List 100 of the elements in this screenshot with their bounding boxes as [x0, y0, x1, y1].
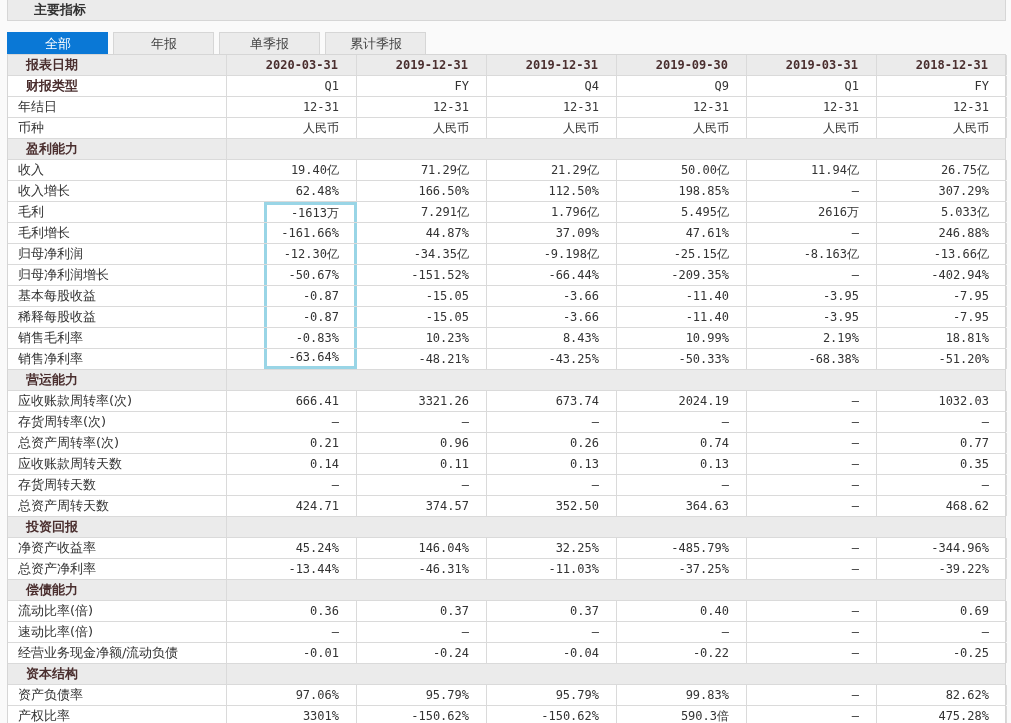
table-cell: 0.69 — [877, 601, 1007, 621]
table-cell: 37.09% — [487, 223, 617, 243]
table-cell: 3321.26 — [357, 391, 487, 411]
table-cell: 3301% — [227, 706, 357, 723]
table-cell: 146.04% — [357, 538, 487, 558]
table-cell: — — [747, 496, 877, 516]
row-label: 总资产周转率(次) — [8, 433, 227, 453]
table-cell: 32.25% — [487, 538, 617, 558]
table-cell: 45.24% — [227, 538, 357, 558]
table-cell: 18.81% — [877, 328, 1007, 348]
table-cell: -402.94% — [877, 265, 1007, 285]
table-cell: -7.95 — [877, 307, 1007, 327]
table-cell: -34.35亿 — [357, 244, 487, 264]
table-cell: -0.24 — [357, 643, 487, 663]
table-cell: 19.40亿 — [227, 160, 357, 180]
table-cell: 12-31 — [877, 97, 1007, 117]
table-cell: -3.95 — [747, 307, 877, 327]
table-cell: 0.21 — [227, 433, 357, 453]
table-cell: -8.163亿 — [747, 244, 877, 264]
row-label: 财报类型 — [8, 76, 227, 96]
table-cell: — — [747, 265, 877, 285]
table-cell: — — [747, 412, 877, 432]
table-cell: -11.40 — [617, 286, 747, 306]
table-cell: 人民币 — [617, 118, 747, 138]
table-cell: — — [747, 433, 877, 453]
table-cell: — — [877, 412, 1007, 432]
row-label: 速动比率(倍) — [8, 622, 227, 642]
table-cell: — — [487, 412, 617, 432]
table-cell: — — [747, 475, 877, 495]
table-cell: 424.71 — [227, 496, 357, 516]
table-cell: — — [617, 412, 747, 432]
table-cell: — — [617, 475, 747, 495]
table-cell: -43.25% — [487, 349, 617, 369]
row-label: 稀释每股收益 — [8, 307, 227, 327]
table-cell: Q4 — [487, 76, 617, 96]
table-cell: 590.3倍 — [617, 706, 747, 723]
table-cell: -39.22% — [877, 559, 1007, 579]
table-cell: 2.19% — [747, 328, 877, 348]
table-cell: -485.79% — [617, 538, 747, 558]
table-cell: -3.66 — [487, 286, 617, 306]
row-label: 应收账款周转率(次) — [8, 391, 227, 411]
table-cell: -68.38% — [747, 349, 877, 369]
table-cell: 1.796亿 — [487, 202, 617, 222]
table-cell: 307.29% — [877, 181, 1007, 201]
table-cell: -3.66 — [487, 307, 617, 327]
table-cell: Q1 — [747, 76, 877, 96]
table-cell: -209.35% — [617, 265, 747, 285]
table-cell: 95.79% — [487, 685, 617, 705]
table-cell: 112.50% — [487, 181, 617, 201]
tab[interactable]: 累计季报 — [325, 32, 426, 54]
table-cell: 673.74 — [487, 391, 617, 411]
column-header: 报表日期 — [8, 55, 227, 75]
table-cell: 0.74 — [617, 433, 747, 453]
table-cell: 人民币 — [487, 118, 617, 138]
row-label: 毛利 — [8, 202, 227, 222]
table-cell: — — [747, 454, 877, 474]
table-cell: 2616万 — [747, 202, 877, 222]
table-cell: FY — [357, 76, 487, 96]
table-cell: — — [747, 622, 877, 642]
row-label: 归母净利润 — [8, 244, 227, 264]
table-cell: FY — [877, 76, 1007, 96]
row-label: 应收账款周转天数 — [8, 454, 227, 474]
table-cell: -0.04 — [487, 643, 617, 663]
table-cell: -0.01 — [227, 643, 357, 663]
tab[interactable]: 年报 — [113, 32, 214, 54]
table-cell: 47.61% — [617, 223, 747, 243]
table-cell: -150.62% — [357, 706, 487, 723]
table-cell: 95.79% — [357, 685, 487, 705]
table-cell: — — [747, 223, 877, 243]
table-cell: 0.37 — [487, 601, 617, 621]
tab[interactable]: 单季报 — [219, 32, 320, 54]
table-cell: — — [487, 475, 617, 495]
table-cell: -66.44% — [487, 265, 617, 285]
table-cell: 12-31 — [747, 97, 877, 117]
table-cell: -11.03% — [487, 559, 617, 579]
section-header: 偿债能力 — [8, 580, 227, 600]
table-cell: 0.13 — [487, 454, 617, 474]
tab[interactable]: 全部 — [7, 32, 108, 54]
row-label: 年结日 — [8, 97, 227, 117]
table-cell: — — [357, 622, 487, 642]
table-cell: -0.25 — [877, 643, 1007, 663]
column-header: 2019-12-31 — [357, 55, 487, 75]
table-cell: — — [747, 391, 877, 411]
table-cell: — — [747, 706, 877, 723]
row-label: 存货周转天数 — [8, 475, 227, 495]
row-label: 经营业务现金净额/流动负债 — [8, 643, 227, 663]
table-cell: -151.52% — [357, 265, 487, 285]
table-cell: 0.77 — [877, 433, 1007, 453]
table-cell: 82.62% — [877, 685, 1007, 705]
row-label: 存货周转率(次) — [8, 412, 227, 432]
table-cell: -13.44% — [227, 559, 357, 579]
table-cell: 12-31 — [617, 97, 747, 117]
table-cell: 人民币 — [227, 118, 357, 138]
column-header: 2019-03-31 — [747, 55, 877, 75]
table-cell: 12-31 — [227, 97, 357, 117]
table-cell: — — [877, 475, 1007, 495]
table-cell: 21.29亿 — [487, 160, 617, 180]
row-label: 净资产收益率 — [8, 538, 227, 558]
table-cell: -48.21% — [357, 349, 487, 369]
table-cell: 71.29亿 — [357, 160, 487, 180]
